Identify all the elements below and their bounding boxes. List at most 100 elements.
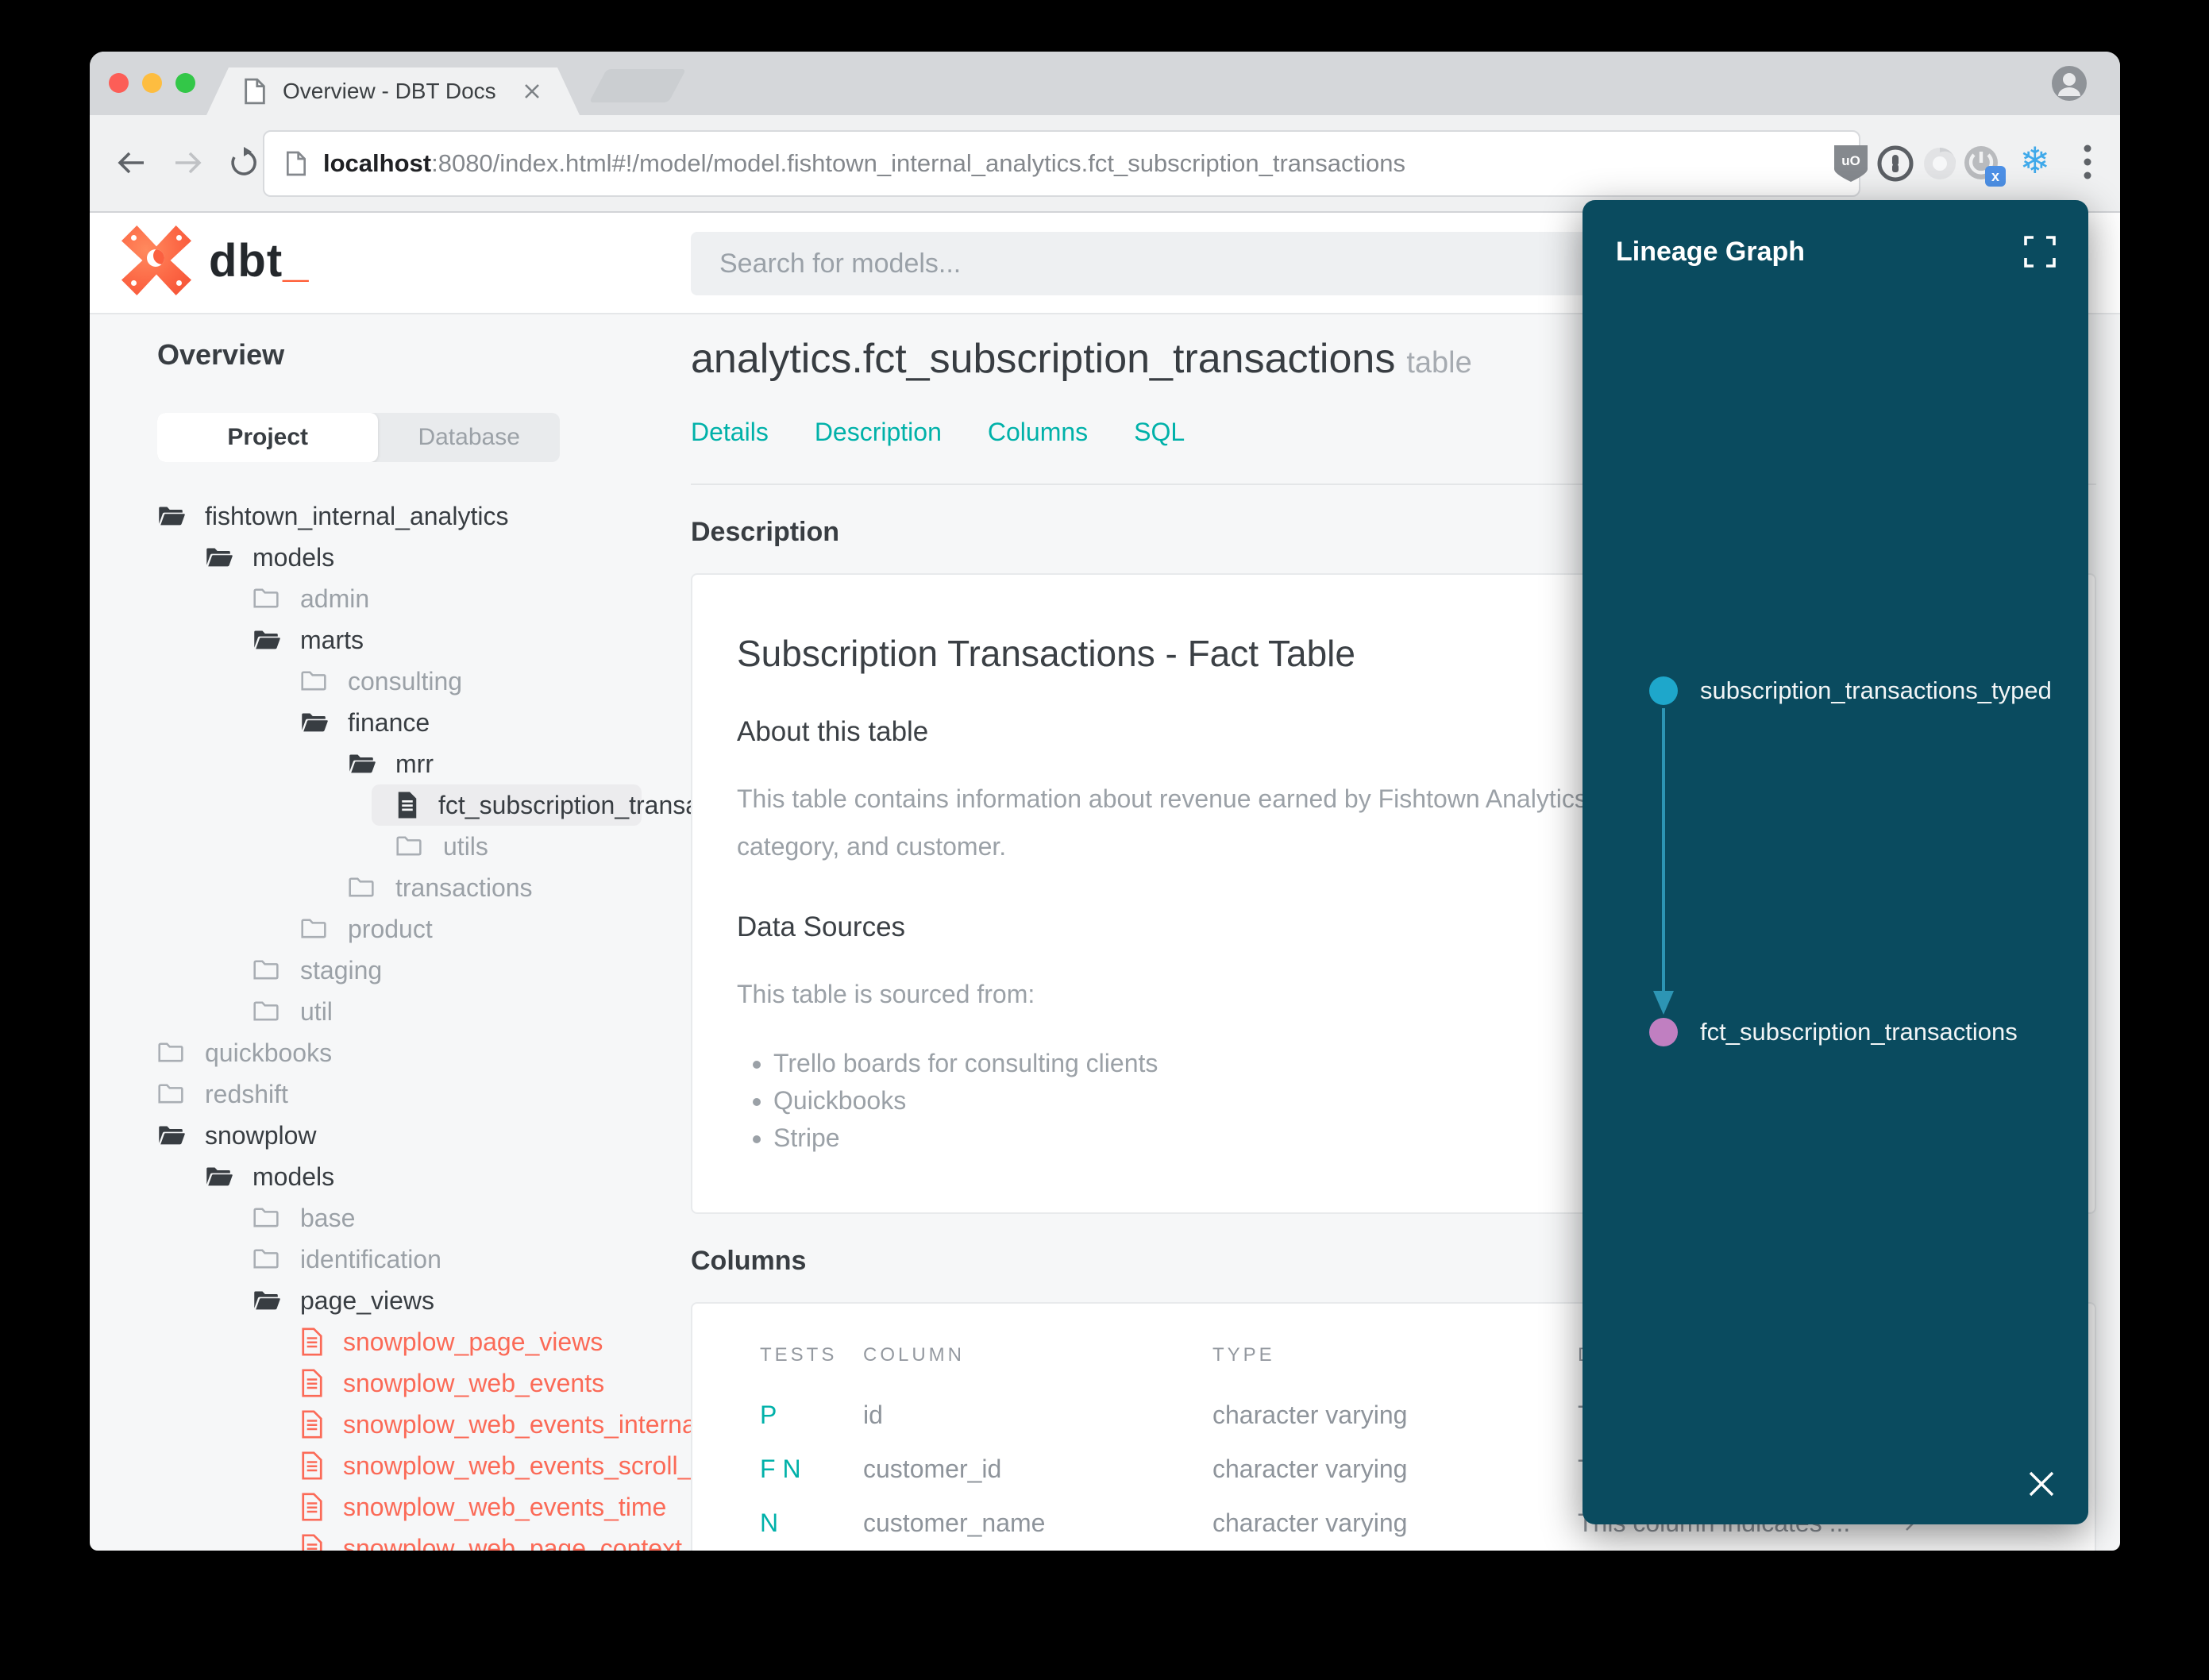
tab-columns[interactable]: Columns <box>988 418 1088 447</box>
tab-sql[interactable]: SQL <box>1134 418 1185 447</box>
svg-text:uO: uO <box>1841 153 1860 168</box>
tree-item-snowplow_web_events_internal_fixed[interactable]: snowplow_web_events_internal_fixed <box>157 1404 769 1445</box>
lineage-node-upstream[interactable]: subscription_transactions_typed <box>1649 676 2052 705</box>
tree-item-label: identification <box>300 1244 441 1273</box>
cell-tests: P <box>760 1400 777 1429</box>
minimize-window-button[interactable] <box>142 73 162 93</box>
tab-description[interactable]: Description <box>815 418 942 447</box>
tree-item-label: quickbooks <box>205 1038 333 1067</box>
tree-item-label: page_views <box>300 1285 434 1315</box>
tree-item-snowplow_web_events_time[interactable]: snowplow_web_events_time <box>157 1486 666 1528</box>
tree-item-finance[interactable]: finance <box>157 702 642 743</box>
view-tab-database[interactable]: Database <box>378 413 560 462</box>
url-page-icon <box>285 151 307 176</box>
tree-item-snowplow_page_views[interactable]: snowplow_page_views <box>157 1321 642 1362</box>
tree-item-staging[interactable]: staging <box>157 950 642 991</box>
tree-item-util[interactable]: util <box>157 991 642 1032</box>
cell-column: customer_id <box>863 1454 1002 1483</box>
tree-item-transactions[interactable]: transactions <box>157 867 642 908</box>
folder-icon <box>253 1206 281 1230</box>
tree-item-label: snowplow_page_views <box>343 1327 603 1356</box>
tree-item-fishtown_internal_analytics[interactable]: fishtown_internal_analytics <box>157 495 642 537</box>
tree-item-mrr[interactable]: mrr <box>157 743 642 784</box>
page-favicon-icon <box>243 78 267 105</box>
close-tab-icon[interactable] <box>522 82 542 101</box>
url-path: :8080/index.html#!/model/model.fishtown_… <box>431 149 1405 177</box>
tree-item-product[interactable]: product <box>157 908 642 950</box>
tab-title: Overview - DBT Docs <box>283 79 496 103</box>
svg-text:x: x <box>1991 168 1999 184</box>
tree-item-label: admin <box>300 584 370 613</box>
folder-icon <box>253 958 281 982</box>
tree-item-fct_subscription_transactions[interactable]: fct_subscription_transactions <box>372 784 766 826</box>
cell-type: character varying <box>1212 1400 1408 1429</box>
view-tab-project[interactable]: Project <box>157 413 379 462</box>
lineage-node-current[interactable]: fct_subscription_transactions <box>1649 1018 2018 1046</box>
url-text: localhost:8080/index.html#!/model/model.… <box>323 149 1405 178</box>
disabled-extension-icon[interactable] <box>1922 145 1958 186</box>
tree-item-redshift[interactable]: redshift <box>157 1073 642 1115</box>
file-red-icon <box>300 1534 324 1551</box>
folder-open-icon <box>205 545 233 569</box>
tree-item-identification[interactable]: identification <box>157 1239 642 1280</box>
browser-tab[interactable]: Overview - DBT Docs <box>206 67 580 115</box>
tree-item-label: marts <box>300 625 364 654</box>
reload-button-icon[interactable] <box>226 145 261 184</box>
file-icon <box>395 791 419 819</box>
cell-column: customer_name <box>863 1508 1046 1537</box>
tree-item-label: util <box>300 996 333 1026</box>
browser-menu-icon[interactable] <box>2084 144 2091 184</box>
folder-icon <box>253 1000 281 1023</box>
sidebar-overview-link[interactable]: Overview <box>157 338 659 372</box>
onepassword-extension-icon[interactable] <box>1877 145 1914 186</box>
tree-item-marts[interactable]: marts <box>157 619 642 661</box>
folder-icon <box>300 917 329 941</box>
tree-item-label: consulting <box>348 666 463 696</box>
close-lineage-icon[interactable] <box>2026 1469 2057 1499</box>
close-window-button[interactable] <box>109 73 129 93</box>
header-tests: TESTS <box>760 1344 838 1366</box>
tab-details[interactable]: Details <box>691 418 769 447</box>
zoom-window-button[interactable] <box>175 73 195 93</box>
browser-window: Overview - DBT Docs localhost:8080/index… <box>90 52 2120 1551</box>
file-red-icon <box>300 1410 324 1439</box>
cell-type: character varying <box>1212 1454 1408 1483</box>
power-extension-icon[interactable]: x <box>1961 144 2007 192</box>
tree-item-snowplow_web_events[interactable]: snowplow_web_events <box>157 1362 642 1404</box>
new-tab-button[interactable] <box>588 69 687 102</box>
tree-item-snowplow[interactable]: snowplow <box>157 1115 642 1156</box>
tree-item-utils[interactable]: utils <box>157 826 642 867</box>
tree-item-admin[interactable]: admin <box>157 578 642 619</box>
back-button-icon[interactable] <box>114 145 148 184</box>
snowflake-extension-icon[interactable]: ❄ <box>2019 142 2050 179</box>
dbt-logo[interactable]: dbt_ <box>121 225 309 295</box>
folder-icon <box>300 669 329 693</box>
tree-item-label: snowplow_web_page_context <box>343 1533 682 1551</box>
tree-item-label: snowplow <box>205 1120 317 1150</box>
node-circle <box>1649 1018 1678 1046</box>
tree-item-page_views[interactable]: page_views <box>157 1280 642 1321</box>
tree-item-base[interactable]: base <box>157 1197 642 1239</box>
table-row-category[interactable]: Ncategorycharacter varyingThis column in… <box>692 1550 2095 1551</box>
lineage-edge <box>1653 708 1674 1015</box>
folder-open-icon <box>300 711 329 734</box>
cell-tests: N <box>760 1508 779 1537</box>
cell-tests: F N <box>760 1454 801 1483</box>
tree-item-label: mrr <box>395 749 434 778</box>
browser-tab-strip: Overview - DBT Docs <box>90 52 2120 115</box>
ublock-extension-icon[interactable]: uO <box>1833 144 1869 187</box>
expand-fullscreen-icon[interactable] <box>2022 233 2058 270</box>
tree-item-models[interactable]: models <box>157 1156 642 1197</box>
tree-item-snowplow_web_page_context[interactable]: snowplow_web_page_context <box>157 1528 682 1551</box>
tree-item-snowplow_web_events_scroll_depth[interactable]: snowplow_web_events_scroll_depth <box>157 1445 755 1486</box>
folder-open-icon <box>253 628 281 652</box>
tree-item-models[interactable]: models <box>157 537 642 578</box>
tree-item-label: finance <box>348 707 430 737</box>
cell-type: character varying <box>1212 1508 1408 1537</box>
address-bar[interactable]: localhost:8080/index.html#!/model/model.… <box>263 130 1860 197</box>
forward-button-icon[interactable] <box>171 145 206 184</box>
browser-profile-avatar[interactable] <box>2050 64 2088 102</box>
tree-item-quickbooks[interactable]: quickbooks <box>157 1032 642 1073</box>
tree-item-label: transactions <box>395 873 533 902</box>
tree-item-consulting[interactable]: consulting <box>157 661 642 702</box>
